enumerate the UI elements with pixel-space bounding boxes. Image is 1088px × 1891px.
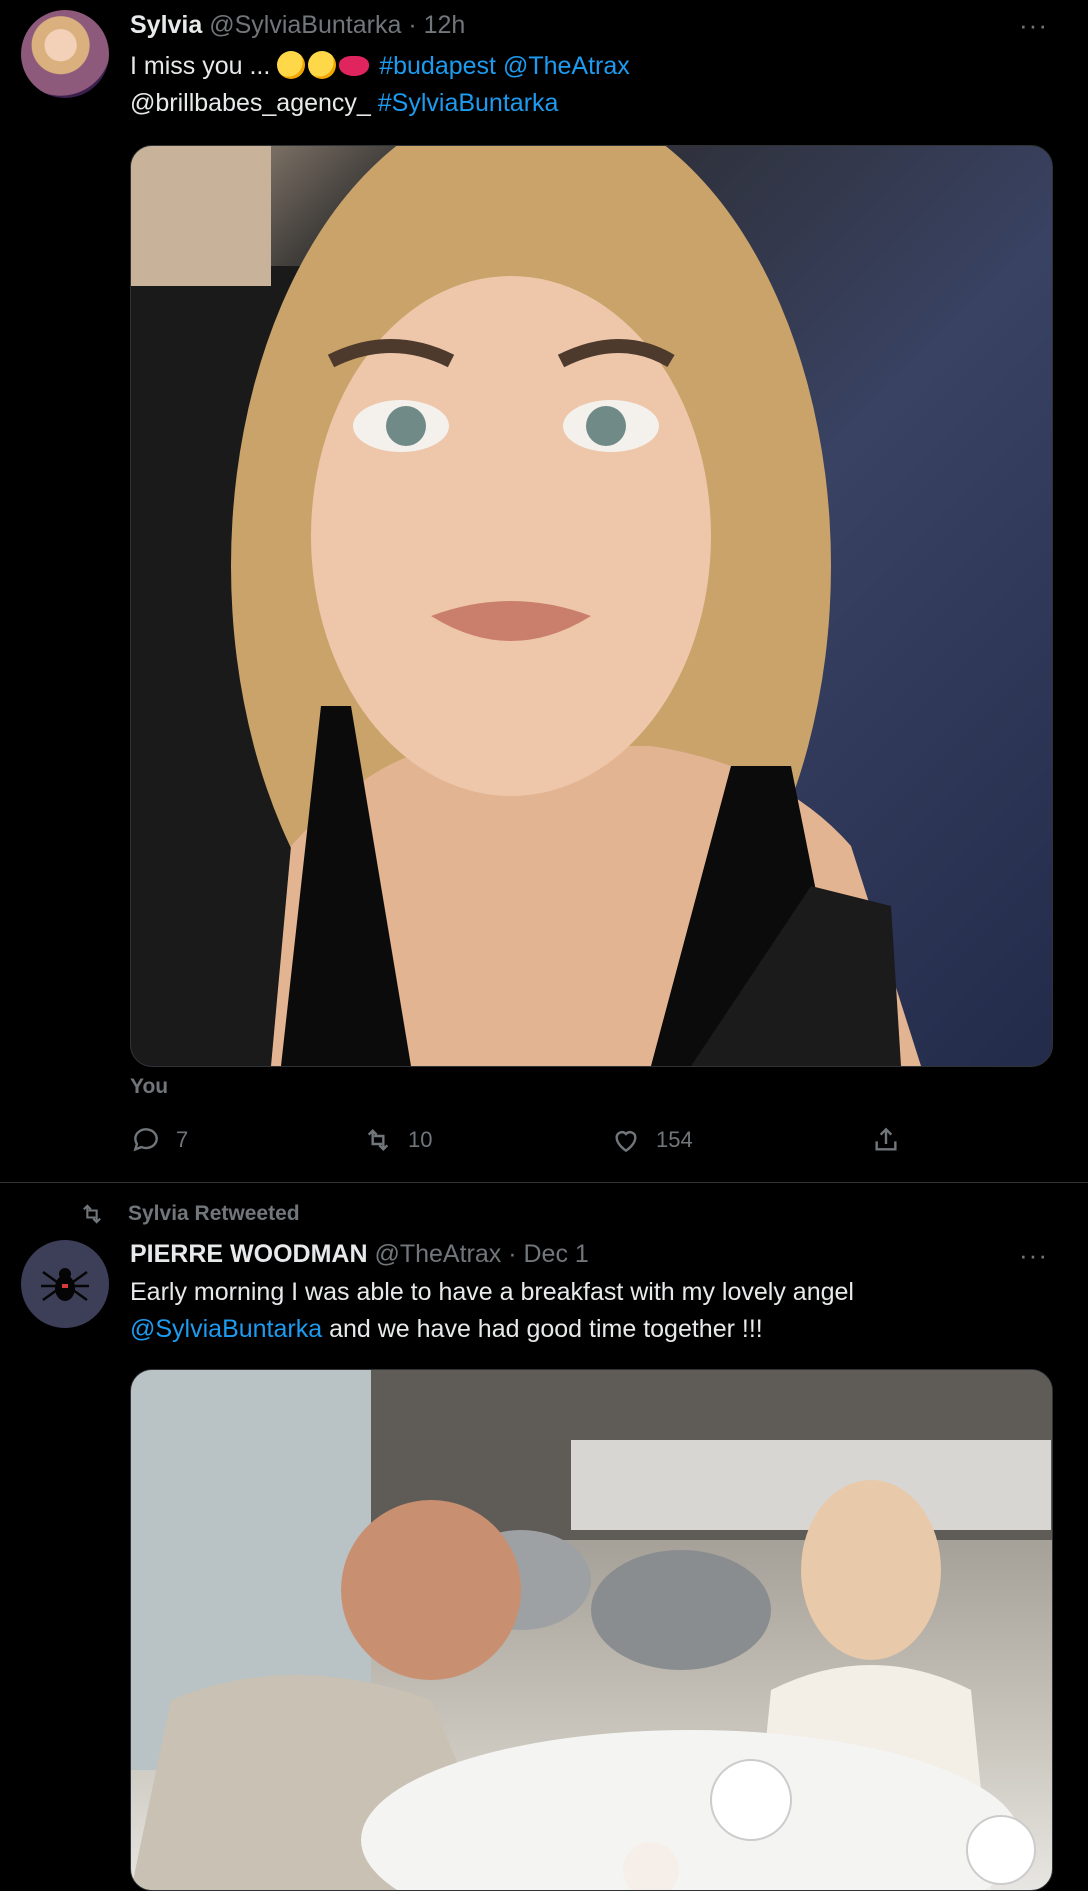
like-count: 154 xyxy=(656,1127,693,1152)
retweet-icon xyxy=(367,1128,389,1152)
author-name[interactable]: PIERRE WOODMAN xyxy=(130,1240,368,1268)
retweet-button[interactable]: 10 xyxy=(362,1124,432,1156)
tweet-text-part1: Early morning I was able to have a break… xyxy=(130,1278,854,1306)
selfie-photo-illustration xyxy=(131,146,921,1066)
hashtag-link[interactable]: #budapest xyxy=(379,52,496,80)
retweet-banner-label: Sylvia Retweeted xyxy=(128,1202,300,1225)
timestamp[interactable]: Dec 1 xyxy=(524,1240,589,1268)
tweet-text: Early morning I was able to have a break… xyxy=(130,1274,1030,1348)
mention-text: @brillbabes_agency_ xyxy=(130,89,371,117)
kissing-face-emoji-icon xyxy=(308,51,337,79)
reply-count: 7 xyxy=(176,1127,189,1152)
retweet-count: 10 xyxy=(408,1127,433,1152)
reply-button[interactable]: 7 xyxy=(130,1124,188,1156)
author-handle[interactable]: @TheAtrax xyxy=(374,1240,501,1268)
author-name[interactable]: Sylvia xyxy=(130,11,202,39)
tweet-text-lead: I miss you ... xyxy=(130,52,271,80)
separator-dot: · xyxy=(408,11,417,39)
tweet-photo[interactable] xyxy=(130,1369,1053,1891)
tweet-header: Sylvia @SylviaBuntarka · 12h xyxy=(130,11,465,40)
avatar[interactable] xyxy=(21,10,109,98)
more-icon[interactable]: ··· xyxy=(1019,1240,1048,1271)
share-button[interactable] xyxy=(870,1124,902,1156)
tweet-header: PIERRE WOODMAN @TheAtrax · Dec 1 xyxy=(130,1240,589,1269)
like-icon xyxy=(615,1131,637,1153)
mention-link[interactable]: @SylviaBuntarka xyxy=(130,1315,322,1343)
spider-avatar-icon xyxy=(41,1268,89,1302)
tweet-photo[interactable] xyxy=(130,145,1053,1067)
mention-link[interactable]: @TheAtrax xyxy=(503,52,630,80)
smiling-hearts-emoji-icon xyxy=(277,51,306,79)
retweet-banner[interactable]: Sylvia Retweeted xyxy=(78,1200,300,1228)
kiss-lips-emoji-icon xyxy=(339,56,370,76)
more-icon[interactable]: ··· xyxy=(1019,10,1048,41)
retweet-icon xyxy=(83,1204,101,1224)
separator-dot: · xyxy=(508,1240,517,1268)
timestamp[interactable]: 12h xyxy=(424,11,466,39)
like-button[interactable]: 154 xyxy=(610,1124,693,1156)
author-handle[interactable]: @SylviaBuntarka xyxy=(209,11,401,39)
reply-icon xyxy=(133,1128,158,1152)
tweet[interactable]: Sylvia @SylviaBuntarka · 12h ··· I miss … xyxy=(0,0,1088,1184)
media-caption[interactable]: You xyxy=(130,1075,168,1099)
tweet-actions: 7 10 154 xyxy=(130,1124,1060,1164)
share-icon xyxy=(875,1127,897,1151)
tweet-text-part2: and we have had good time together !!! xyxy=(329,1315,763,1343)
avatar[interactable] xyxy=(21,1240,109,1328)
hashtag-link[interactable]: #SylviaBuntarka xyxy=(378,89,559,117)
tweet-divider xyxy=(0,1182,1088,1183)
tweet-text: I miss you ... #budapest @TheAtrax @bril… xyxy=(130,48,1050,122)
breakfast-photo-illustration xyxy=(131,1370,1052,1890)
